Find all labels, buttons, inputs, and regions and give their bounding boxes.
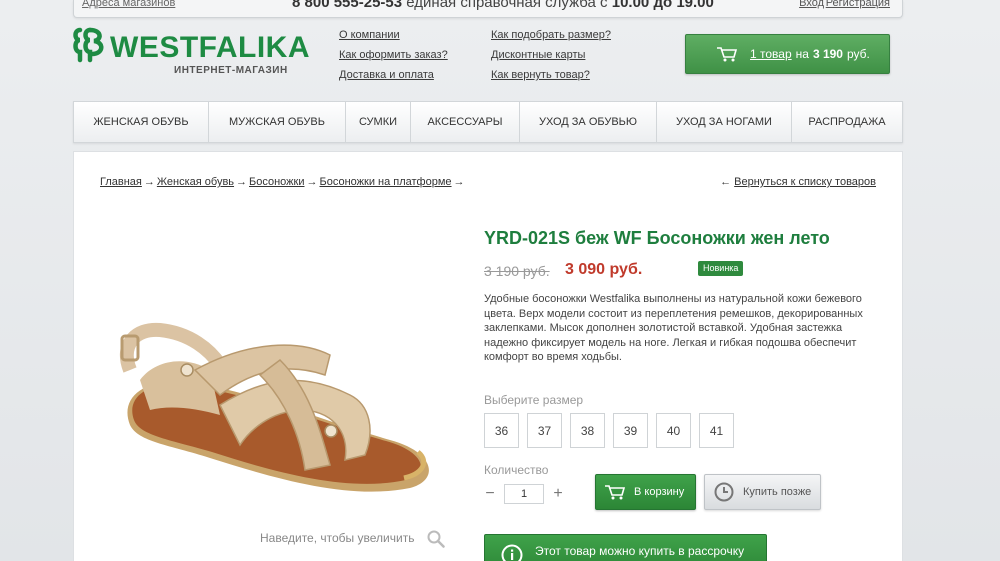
hours-to-word: до — [653, 0, 673, 11]
logo-text: WESTFALIKA — [110, 31, 310, 64]
back-arrow-icon: ← — [720, 176, 732, 188]
breadcrumb-arrow-icon: → — [236, 176, 248, 188]
add-to-cart-button[interactable]: В корзину — [595, 474, 696, 510]
back-to-list-link[interactable]: Вернуться к списку товаров — [734, 176, 876, 188]
top-bar: Адреса магазинов 8 800 555-25-53 единая … — [73, 0, 903, 18]
size-option[interactable]: 40 — [656, 413, 691, 448]
logo-mark-icon — [73, 27, 104, 63]
cart-widget[interactable]: 1 товар на 3 190 руб. — [685, 34, 890, 74]
breadcrumb: Главная → Женская обувь → Босоножки → Босоножк… — [100, 176, 467, 188]
phone-info: 8 800 555-25-53 единая справочная служба… — [292, 0, 714, 11]
product-title: YRD-021S беж WF Босоножки жен лето — [484, 228, 830, 248]
logo-tagline: ИНТЕРНЕТ-МАГАЗИН — [174, 65, 288, 76]
login-link[interactable]: Вход — [799, 0, 824, 9]
sandal-image — [119, 322, 429, 492]
nav-shoe-care[interactable]: УХОД ЗА ОБУВЬЮ — [520, 102, 657, 142]
size-label: Выберите размер — [484, 393, 584, 407]
stores-link[interactable]: Адреса магазинов — [82, 0, 175, 9]
installment-label: Этот товар можно купить в рассрочку — [535, 544, 745, 558]
nav-foot-care[interactable]: УХОД ЗА НОГАМИ — [657, 102, 792, 142]
cart-count[interactable]: 1 товар — [750, 47, 792, 61]
nav-mens-shoes[interactable]: МУЖСКАЯ ОБУВЬ — [209, 102, 346, 142]
returns-link[interactable]: Как вернуть товар? — [491, 65, 611, 85]
back-to-list: ← Вернуться к списку товаров — [720, 176, 876, 188]
quantity-input[interactable] — [504, 484, 544, 504]
nav-womens-shoes[interactable]: ЖЕНСКАЯ ОБУВЬ — [74, 102, 209, 142]
quantity-label: Количество — [484, 463, 549, 477]
nav-sale[interactable]: РАСПРОДАЖА — [792, 102, 902, 142]
nav-accessories[interactable]: АКСЕССУАРЫ — [411, 102, 520, 142]
about-link[interactable]: О компании — [339, 25, 448, 45]
breadcrumb-arrow-icon: → — [143, 176, 155, 188]
size-guide-link[interactable]: Как подобрать размер? — [491, 25, 611, 45]
product-panel: Главная → Женская обувь → Босоножки → Босоножк… — [73, 151, 903, 561]
magnifier-icon[interactable] — [427, 530, 445, 548]
product-description: Удобные босоножки Westfalika выполнены и… — [484, 293, 863, 363]
main-nav: ЖЕНСКАЯ ОБУВЬ МУЖСКАЯ ОБУВЬ СУМКИ АКСЕСС… — [73, 101, 903, 143]
size-option[interactable]: 36 — [484, 413, 519, 448]
breadcrumb-womens[interactable]: Женская обувь — [157, 176, 234, 188]
add-to-cart-label: В корзину — [634, 486, 685, 498]
cart-icon — [717, 47, 738, 62]
size-option[interactable]: 38 — [570, 413, 605, 448]
how-to-order-link[interactable]: Как оформить заказ? — [339, 45, 448, 65]
cart-amount: 3 190 — [812, 47, 843, 61]
cart-mid-text: на — [795, 47, 809, 61]
cart-icon — [605, 485, 626, 500]
discount-cards-link[interactable]: Дисконтные карты — [491, 45, 611, 65]
size-option[interactable]: 37 — [527, 413, 562, 448]
size-selector: 36 37 38 39 40 41 — [484, 413, 742, 448]
nav-bags[interactable]: СУМКИ — [346, 102, 411, 142]
breadcrumb-platform-sandals[interactable]: Босоножки на платформе — [320, 176, 452, 188]
installment-button[interactable]: Этот товар можно купить в рассрочку — [484, 534, 767, 561]
breadcrumb-sandals[interactable]: Босоножки — [249, 176, 304, 188]
new-price: 3 090 руб. — [565, 261, 643, 278]
delivery-link[interactable]: Доставка и оплата — [339, 65, 448, 85]
buy-later-button[interactable]: Купить позже — [704, 474, 821, 510]
breadcrumb-arrow-icon: → — [306, 176, 318, 188]
clock-icon — [714, 482, 734, 502]
buy-later-label: Купить позже — [743, 486, 812, 498]
header-links-col1: О компании Как оформить заказ? Доставка … — [339, 25, 448, 85]
breadcrumb-home[interactable]: Главная — [100, 176, 142, 188]
info-icon — [501, 544, 523, 561]
zoom-hint: Наведите, чтобы увеличить — [260, 531, 415, 545]
minus-icon[interactable]: − — [484, 485, 496, 503]
size-option[interactable]: 41 — [699, 413, 734, 448]
phone-text: единая справочная служба с — [406, 0, 608, 11]
hours-to: 19.00 — [676, 0, 714, 11]
hours-from: 10.00 — [611, 0, 650, 11]
breadcrumb-arrow-icon: → — [453, 176, 465, 188]
new-badge: Новинка — [698, 261, 744, 276]
phone-number: 8 800 555-25-53 — [292, 0, 403, 11]
product-image[interactable]: Наведите, чтобы увеличить — [100, 230, 446, 561]
plus-icon[interactable]: + — [552, 485, 564, 503]
register-link[interactable]: Регистрация — [826, 0, 890, 9]
header-links-col2: Как подобрать размер? Дисконтные карты К… — [491, 25, 611, 85]
old-price: 3 190 руб. — [484, 263, 550, 279]
cart-currency: руб. — [846, 47, 870, 61]
size-option[interactable]: 39 — [613, 413, 648, 448]
quantity-stepper: − + — [484, 484, 564, 504]
